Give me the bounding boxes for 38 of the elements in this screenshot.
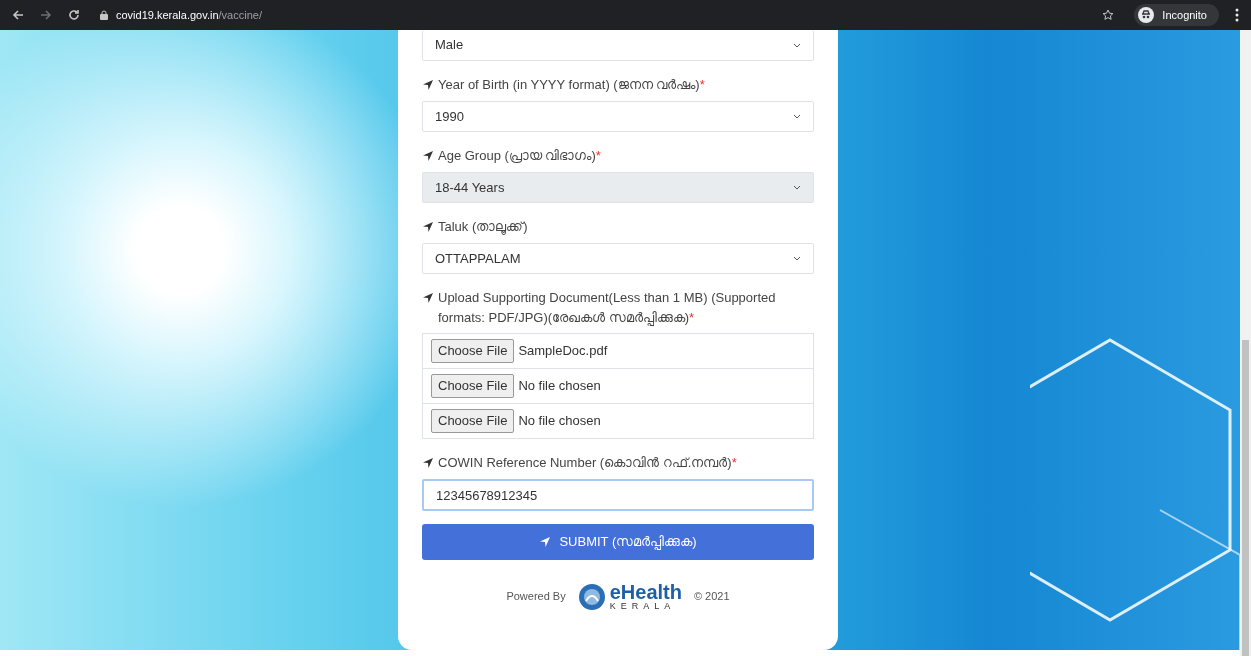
submit-button[interactable]: SUBMIT (സമർപ്പിക്കുക) xyxy=(422,524,814,560)
lock-icon xyxy=(100,10,108,20)
profile-chip[interactable]: Incognito xyxy=(1134,4,1219,26)
arrow-icon xyxy=(422,292,434,304)
back-icon[interactable] xyxy=(12,9,24,21)
url-text: covid19.kerala.gov.in/vaccine/ xyxy=(116,7,262,23)
logo-emblem-icon xyxy=(577,582,606,611)
file-input[interactable]: Choose File No file chosen xyxy=(422,368,814,404)
file-input[interactable]: Choose File No file chosen xyxy=(422,403,814,439)
chevron-down-icon xyxy=(793,256,801,261)
chevron-down-icon xyxy=(793,42,801,48)
field-label: COWIN Reference Number (കൊവിൻ റഫ്.നമ്പർ)* xyxy=(438,454,737,472)
chevron-down-icon xyxy=(793,114,801,119)
arrow-icon xyxy=(422,221,434,233)
arrow-icon xyxy=(422,79,434,91)
chevron-down-icon xyxy=(793,185,801,190)
arrow-icon xyxy=(422,150,434,162)
copyright-text: © 2021 xyxy=(693,589,730,605)
field-label: Age Group (പ്രായ വിഭാഗം)* xyxy=(438,147,601,165)
powered-by-text: Powered By xyxy=(506,589,566,605)
logo-subtitle: KERALA xyxy=(609,602,677,611)
field-label: Taluk (താലൂക്ക്) xyxy=(438,218,528,237)
file-input[interactable]: Choose File SampleDoc.pdf xyxy=(422,333,814,369)
field-label: Year of Birth (in YYYY format) (ജനന വർഷം)* xyxy=(438,76,705,94)
scrollbar[interactable] xyxy=(1240,30,1251,656)
select-field[interactable]: Male xyxy=(422,30,814,61)
field-label: Upload Supporting Document(Less than 1 MB) (Supported formats: PDF/JPG)(രേഖകൾ സമർപ്പിക്കുക)* xyxy=(438,289,777,328)
menu-icon[interactable] xyxy=(1235,8,1239,22)
select-field[interactable]: OTTAPPALAM xyxy=(422,243,814,274)
incognito-icon xyxy=(1138,7,1155,23)
arrow-icon xyxy=(422,457,434,469)
forward-icon[interactable] xyxy=(40,9,52,21)
reload-icon[interactable] xyxy=(68,9,80,21)
select-field[interactable]: 1990 xyxy=(422,101,814,132)
input-field[interactable]: 12345678912345 xyxy=(422,479,814,511)
arrow-icon xyxy=(539,536,552,548)
star-icon[interactable] xyxy=(1102,9,1115,21)
logo-title: eHealth xyxy=(609,582,682,602)
